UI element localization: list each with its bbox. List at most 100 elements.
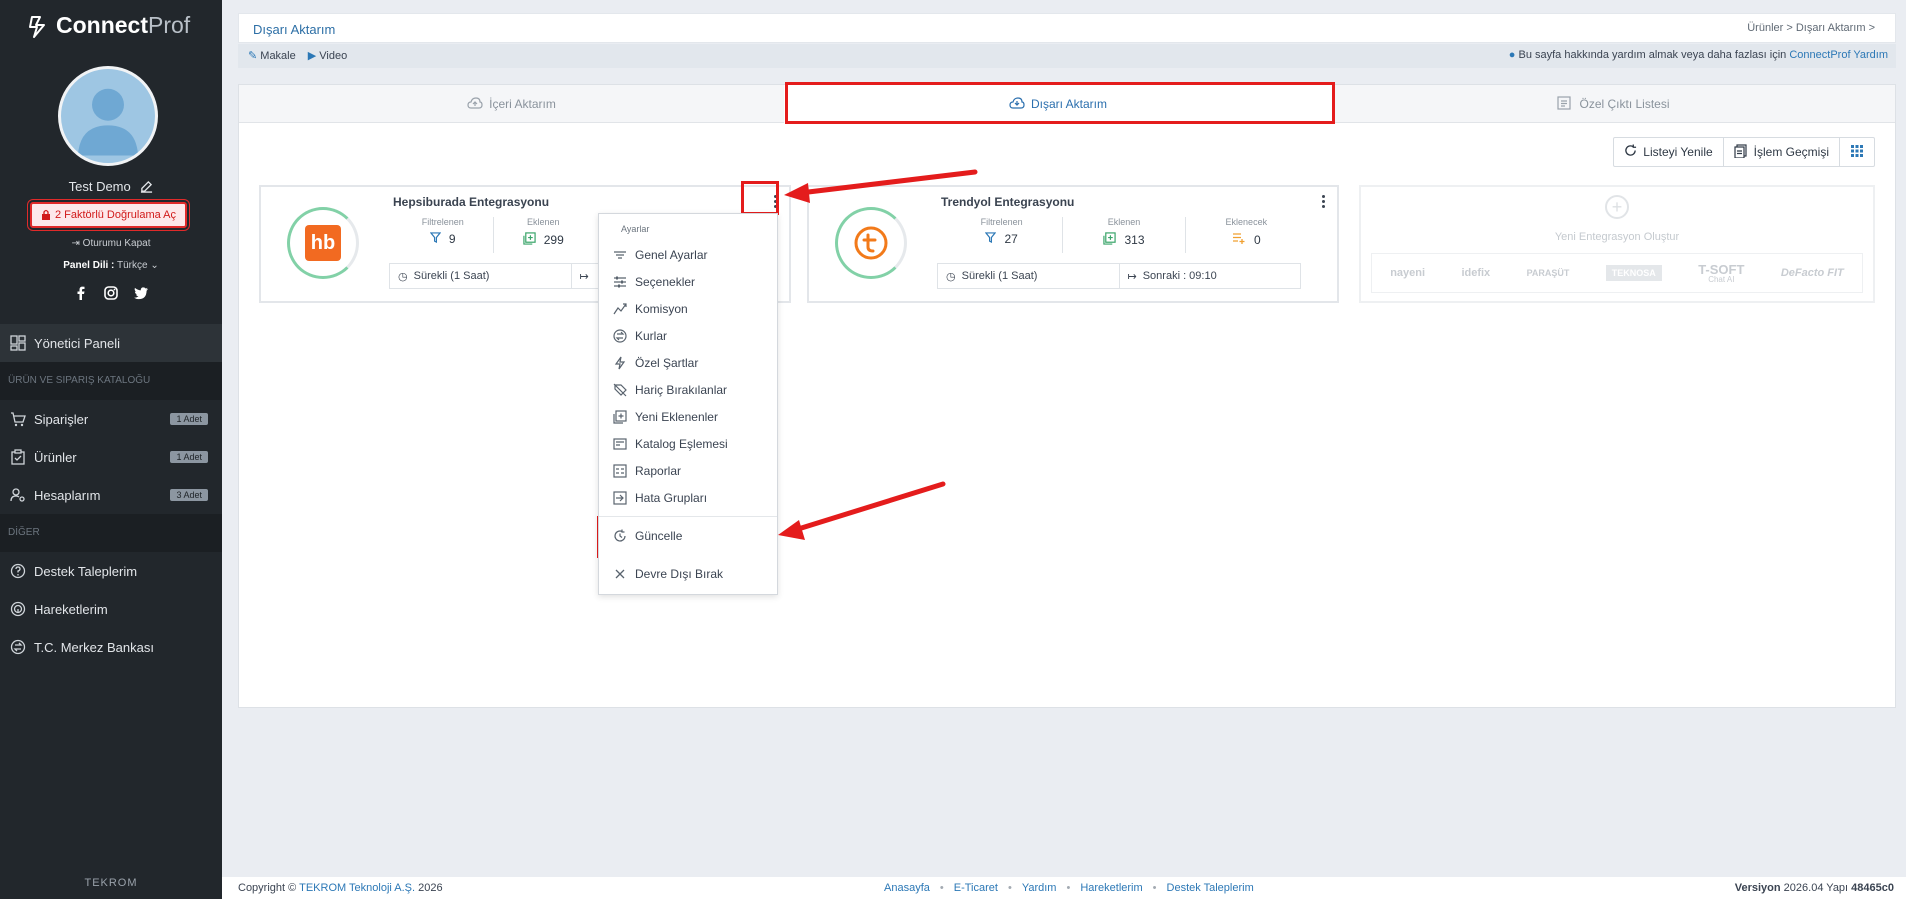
logout-link[interactable]: ⇥ Oturumu Kapat [0, 238, 222, 249]
tab-import[interactable]: İçeri Aktarım [239, 85, 784, 123]
sidebar-item-orders[interactable]: Siparişler 1 Adet [0, 400, 222, 438]
refresh-icon [1624, 144, 1637, 160]
main-panel: İçeri Aktarım Dışarı Aktarım Özel Çıktı … [238, 84, 1896, 708]
stat-label: Eklenen [1107, 217, 1141, 227]
stat-value: 9 [448, 232, 456, 246]
menu-item-label: Kurlar [635, 329, 668, 343]
video-link[interactable]: ▶ Video [308, 49, 347, 62]
sidebar-item-central-bank[interactable]: T.C. Merkez Bankası [0, 628, 222, 666]
sidebar-item-dashboard[interactable]: Yönetici Paneli [0, 324, 222, 362]
stat-label: Filtrelenen [980, 217, 1023, 227]
fingerprint-icon [10, 601, 26, 617]
help-circle-icon [10, 563, 26, 579]
user-silhouette-icon [77, 88, 139, 156]
avatar[interactable] [58, 66, 158, 166]
instagram-icon[interactable] [104, 286, 118, 300]
currency-exchange-icon [613, 329, 627, 343]
count-badge: 1 Adet [170, 413, 208, 425]
tag-off-icon [613, 383, 627, 397]
lightning-icon [613, 356, 627, 370]
company-link[interactable]: TEKROM Teknoloji A.Ş. [299, 882, 415, 894]
count-badge: 1 Adet [170, 451, 208, 463]
schedule-next: ↦ Sonraki : 09:10 [1120, 264, 1301, 288]
menu-item-new-added[interactable]: Yeni Eklenenler [599, 404, 777, 430]
sidebar-item-products[interactable]: Ürünler 1 Adet [0, 438, 222, 476]
menu-item-label: Komisyon [635, 302, 688, 316]
footer-link-home[interactable]: Anasayfa [884, 882, 930, 894]
article-link[interactable]: ✎ Makale [248, 49, 296, 62]
grid-view-button[interactable] [1840, 138, 1874, 166]
copyright-year: 2026 [418, 882, 443, 894]
plus-icon: + [1605, 195, 1629, 219]
app-logo[interactable]: ConnectProf [26, 12, 190, 39]
schedule-interval: ◷ Sürekli (1 Saat) [938, 264, 1120, 288]
schedule-label: Sürekli (1 Saat) [413, 270, 490, 282]
catalog-icon [613, 437, 627, 451]
new-integration-card[interactable]: + Yeni Entegrasyon Oluştur nayeni idefix… [1359, 185, 1875, 303]
sidebar-item-support[interactable]: Destek Taleplerim [0, 552, 222, 590]
user-name: Test Demo [0, 179, 222, 196]
footer-link-help[interactable]: Yardım [1022, 882, 1057, 894]
menu-item-general-settings[interactable]: Genel Ayarlar [599, 242, 777, 268]
filter-icon [429, 232, 442, 246]
more-options-button[interactable] [769, 193, 781, 209]
help-link[interactable]: ConnectProf Yardım [1789, 49, 1888, 61]
clock-icon: ◷ [398, 270, 408, 283]
refresh-list-button[interactable]: Listeyi Yenile [1614, 138, 1724, 166]
panel-language[interactable]: Panel Dili : Türkçe ⌄ [0, 260, 222, 271]
language-label: Panel Dili : [63, 260, 115, 271]
sidebar: ConnectProf Test Demo 2 Faktörlü Doğrula… [0, 0, 222, 899]
menu-item-excluded[interactable]: Hariç Bırakılanlar [599, 377, 777, 403]
menu-item-disable[interactable]: Devre Dışı Bırak [599, 561, 777, 587]
footer-link-support[interactable]: Destek Taleplerim [1167, 882, 1254, 894]
list-add-icon [1232, 232, 1246, 247]
more-options-button[interactable] [1317, 193, 1329, 209]
dashboard-icon [10, 335, 26, 351]
twitter-icon[interactable] [134, 286, 148, 300]
tab-export[interactable]: Dışarı Aktarım [784, 85, 1332, 123]
import-box-icon [613, 491, 627, 505]
menu-item-rates[interactable]: Kurlar [599, 323, 777, 349]
tab-custom-list[interactable]: Özel Çıktı Listesi [1332, 85, 1895, 123]
menu-item-special-terms[interactable]: Özel Şartlar [599, 350, 777, 376]
sidebar-item-accounts[interactable]: Hesaplarım 3 Adet [0, 476, 222, 514]
breadcrumb[interactable]: Ürünler > Dışarı Aktarım > [1747, 22, 1875, 34]
menu-item-label: Devre Dışı Bırak [635, 567, 724, 581]
stat-added: Eklenen 313 [1063, 217, 1186, 253]
menu-item-label: Hariç Bırakılanlar [635, 383, 728, 397]
separator: • [939, 882, 944, 894]
report-icon [613, 464, 627, 478]
two-factor-label: 2 Faktörlü Doğrulama Aç [54, 209, 177, 221]
brand-logo: DeFacto FIT [1780, 267, 1844, 279]
menu-item-label: Raporlar [635, 464, 682, 478]
facebook-icon[interactable] [74, 286, 88, 300]
two-factor-button[interactable]: 2 Faktörlü Doğrulama Aç [30, 202, 187, 228]
menu-item-label: Yeni Eklenenler [635, 410, 718, 424]
menu-item-commission[interactable]: Komisyon [599, 296, 777, 322]
menu-item-error-groups[interactable]: Hata Grupları [599, 485, 777, 511]
brand-logo: idefix [1461, 267, 1491, 279]
sidebar-menu: Yönetici Paneli ÜRÜN VE SIPARIŞ KATALOĞU… [0, 324, 222, 666]
history-button[interactable]: İşlem Geçmişi [1724, 138, 1840, 166]
footer-link-ecommerce[interactable]: E-Ticaret [954, 882, 998, 894]
menu-item-catalog-mapping[interactable]: Katalog Eşlemesi [599, 431, 777, 457]
stat-value: 27 [1004, 232, 1018, 246]
integration-stats: Filtrelenen 9 Eklenen 299 [393, 217, 593, 253]
edit-icon[interactable] [140, 180, 153, 196]
separator: • [1066, 882, 1071, 894]
integration-card-trendyol[interactable]: Trendyol Entegrasyonu Filtrelenen 27 Ekl… [807, 185, 1339, 303]
menu-item-update[interactable]: Güncelle [599, 523, 777, 549]
footer-link-activity[interactable]: Hareketlerim [1080, 882, 1142, 894]
article-label: Makale [260, 50, 296, 62]
help-bar: ✎ Makale ▶ Video ● Bu sayfa hakkında yar… [238, 44, 1896, 68]
brand-light: Prof [148, 12, 191, 38]
menu-item-reports[interactable]: Raporlar [599, 458, 777, 484]
brand-logo-sub: Chat AI [1708, 274, 1735, 284]
sidebar-item-activity[interactable]: Hareketlerim [0, 590, 222, 628]
settings-dropdown: Ayarlar Genel Ayarlar Seçenekler Komisyo… [598, 213, 778, 595]
menu-item-options[interactable]: Seçenekler [599, 269, 777, 295]
brand-logo: nayeni [1390, 267, 1426, 279]
add-copy-icon [523, 232, 536, 248]
page-footer: Copyright © TEKROM Teknoloji A.Ş. 2026 A… [222, 877, 1906, 899]
stat-value: 299 [543, 233, 564, 247]
